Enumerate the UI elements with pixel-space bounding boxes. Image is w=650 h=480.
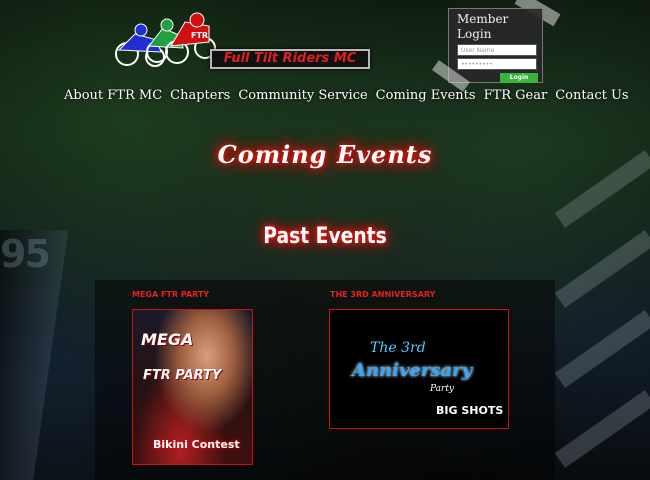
svg-text:FTR: FTR	[191, 31, 208, 40]
nav-about[interactable]: About FTR MC	[64, 88, 162, 103]
flyer-subheading: FTR PARTY	[143, 368, 222, 383]
nav-coming-events[interactable]: Coming Events	[376, 88, 476, 103]
nav-ftr-gear[interactable]: FTR Gear	[484, 88, 548, 103]
background-route-number: 95	[0, 232, 51, 276]
flyer-heading: MEGA	[141, 330, 194, 349]
nav-chapters[interactable]: Chapters	[170, 88, 230, 103]
past-events-title: Past Events	[263, 224, 387, 249]
event-title-mega-party[interactable]: MEGA FTR PARTY	[132, 290, 209, 299]
event-flyer-mega-party[interactable]: MEGA FTR PARTY Bikini Contest	[132, 309, 253, 465]
flyer-subheading: Anniversary	[352, 360, 473, 381]
main-nav: About FTR MC Chapters Community Service …	[64, 88, 637, 103]
background-arrows	[554, 150, 650, 480]
flyer-footer: Bikini Contest	[153, 438, 240, 451]
event-flyer-3rd-anniversary[interactable]: The 3rd Anniversary Party BIG SHOTS	[329, 309, 509, 429]
password-input[interactable]	[457, 58, 537, 70]
page-title: Coming Events	[217, 140, 433, 169]
event-title-3rd-anniversary[interactable]: THE 3RD ANNIVERSARY	[330, 290, 435, 299]
username-input[interactable]	[457, 44, 537, 56]
nav-contact-us[interactable]: Contact Us	[555, 88, 628, 103]
club-logo[interactable]: FTR Full Tilt Riders MC	[105, 12, 375, 74]
flyer-footer: BIG SHOTS	[436, 404, 504, 417]
login-title-line1: Member	[457, 12, 509, 26]
nav-community-service[interactable]: Community Service	[238, 88, 367, 103]
login-button[interactable]: Login	[500, 73, 538, 83]
flyer-party-text: Party	[430, 384, 455, 394]
login-title-line2: Login	[457, 27, 492, 41]
logo-text: Full Tilt Riders MC	[210, 49, 370, 69]
flyer-heading: The 3rd	[370, 340, 426, 356]
member-login-box: Member Login Login	[448, 8, 543, 83]
